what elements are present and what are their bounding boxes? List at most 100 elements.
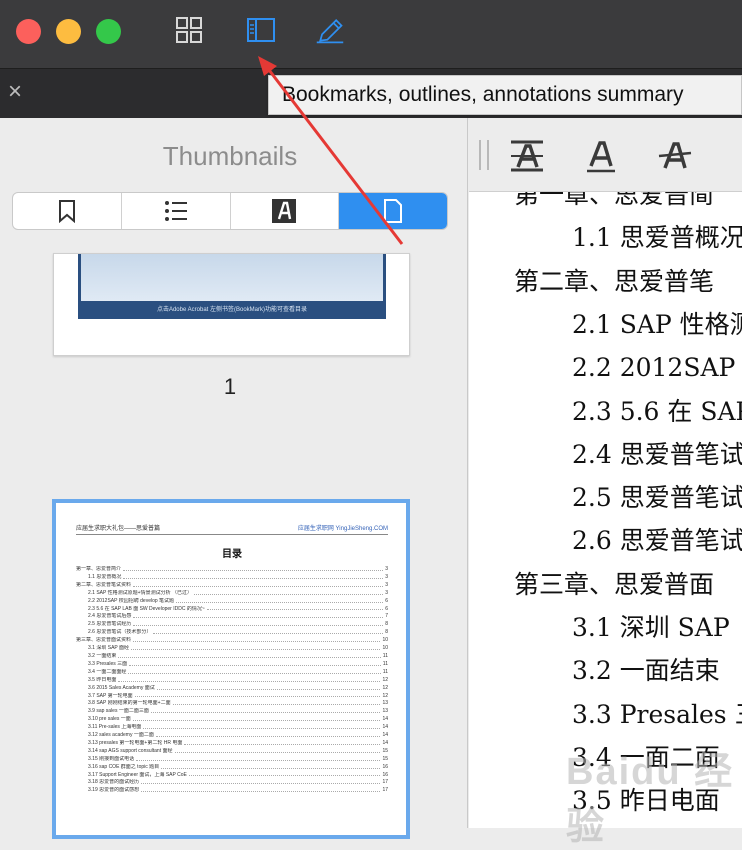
thumbnail-toc-line: 3.5 昨日电面 12 (76, 677, 388, 685)
thumbnail-toc-page: 14 (382, 716, 388, 723)
thumbnail-toc-page: 6 (385, 597, 388, 604)
toc-leader-dots (174, 748, 381, 753)
thumbnail-toc-page: 10 (382, 637, 388, 644)
underline-text-tool-icon[interactable] (583, 138, 619, 174)
thumbnail-toc-line: 3.1 深圳 SAP 面经 10 (76, 645, 388, 653)
thumbnail-toc-page: 11 (382, 660, 388, 667)
bookmarks-segment[interactable] (13, 193, 122, 229)
thumbnail-toc-page: 7 (385, 613, 388, 620)
thumbnail-toc-page: 16 (382, 771, 388, 778)
toc-section-line[interactable]: 3.3 Presales 三 (572, 695, 742, 731)
close-tab-icon[interactable]: × (4, 80, 26, 104)
thumbnail-toc-label: 3.18 思爱普的面试经历 (88, 779, 140, 786)
thumbnail-toc-line: 2.4 思爱普笔试后感 7 (76, 613, 388, 621)
thumbnails-segment[interactable] (339, 193, 447, 229)
thumbnail-toc-page: 15 (382, 755, 388, 762)
thumbnail-toc-label: 第一章、思爱普简介 (76, 566, 122, 572)
thumbnail-toc-page: 17 (382, 787, 388, 794)
window-titlebar (0, 0, 742, 68)
thumbnail-toc-page: 14 (382, 732, 388, 739)
document-toc: 第一章、思爱普简 1.1 思爱普概况第二章、思爱普笔 2.1 SAP 性格测 2.2 … (469, 192, 742, 828)
thumbnail-toc-line: 3.10 pre sales 一面 14 (76, 716, 388, 724)
thumbnail-toc-label: 3.2 一面结束 (88, 652, 117, 659)
toc-leader-dots (141, 779, 381, 785)
thumbnail-toc-label: 3.11 Pre-sales 上海电面 (88, 724, 142, 731)
toc-leader-dots (156, 685, 381, 690)
maximize-window-button[interactable] (96, 19, 121, 44)
thumbnail-toc-label: 3.5 昨日电面 (88, 676, 117, 683)
thumbnail-toc-line: 3.9 sap sales 一面二面三面 13 (76, 708, 388, 716)
toc-leader-dots (188, 772, 381, 777)
toc-leader-dots (136, 756, 381, 761)
toc-section-line[interactable]: 2.6 思爱普笔试 (572, 521, 742, 557)
sidebar-mode-segmented-control (12, 192, 448, 230)
toolbar-grip-icon[interactable] (479, 140, 489, 170)
grid-icon[interactable] (175, 16, 205, 44)
thumbnail-toc-label: 3.4 一面二面面经 (88, 668, 127, 675)
watermark: Baidu 经验 (566, 751, 735, 848)
highlight-pen-icon[interactable] (315, 16, 345, 44)
toc-leader-dots (132, 716, 381, 722)
bookmark-icon (58, 200, 75, 223)
thumbnail-toc-line: 3.15 刚接到面试电话 15 (76, 756, 388, 764)
toc-section-line[interactable]: 2.5 思爱普笔试 (572, 478, 742, 514)
annotation-icon (272, 199, 297, 223)
toc-leader-dots (161, 764, 381, 769)
thumbnail-toc-page: 10 (382, 645, 388, 652)
sidebar: Thumbnails 点击Adobe Acrobat 左侧书签(BookMark… (0, 118, 468, 839)
thumbnail-toc-label: 3.14 sap AGS support consultant 面经 (88, 747, 173, 754)
page-thumbnail-2[interactable]: 应届生求职大礼包——思爱普篇 应届生求职网 YingJieSheng.COM 目… (52, 499, 410, 839)
toc-leader-dots (206, 606, 384, 611)
thumbnail-toc-page: 11 (382, 668, 388, 675)
toc-section-line[interactable]: 2.1 SAP 性格测 (572, 305, 742, 341)
strikethrough-text-tool-icon[interactable] (509, 138, 545, 174)
thumbnail-toc-line: 2.3 5.6 在 SAP LAB 面 SW Developer IDDC 的情… (76, 606, 388, 614)
toc-section-line[interactable]: 3.2 一面结束 (572, 651, 720, 687)
thumbnail-toc-label: 1.1 思爱普概况 (88, 573, 122, 580)
toc-section-line[interactable]: 2.2 2012SAP 校 (572, 348, 742, 384)
thumbnail-toc-label: 2.4 思爱普笔试后感 (88, 613, 132, 620)
page-header-right: 应届生求职网 YingJieSheng.COM (297, 526, 388, 532)
page-thumbnail-1[interactable]: 点击Adobe Acrobat 左侧书签(BookMark)功能可查看目录 (53, 253, 410, 356)
toc-section-line[interactable]: 3.1 深圳 SAP (572, 608, 730, 644)
thumbnail-toc-page: 16 (382, 763, 388, 770)
annotations-segment[interactable] (231, 193, 340, 229)
toc-leader-dots (184, 740, 381, 745)
toc-section-line[interactable]: 1.1 思爱普概况 (572, 218, 742, 254)
sidebar-icon[interactable] (246, 16, 276, 44)
thumbnail-toc-label: 3.15 刚接到面试电话 (88, 755, 135, 762)
toc-section-line[interactable]: 2.3 5.6 在 SAP (572, 392, 742, 428)
toc-chapter-line[interactable]: 第二章、思爱普笔 (514, 262, 714, 298)
thumbnail-toc-page: 12 (382, 684, 388, 691)
toc-title: 目录 (222, 549, 242, 560)
thumbnail-toc-label: 2.2 2012SAP 校园招聘 develop 笔试题 (88, 597, 175, 604)
thumbnail-toc-line: 1.1 思爱普概况 3 (76, 574, 388, 582)
outline-list-icon (164, 201, 187, 221)
thumbnail-toc-list: 第一章、思爱普简介 3 1.1 思爱普概况 3 第二章、思爱普笔试资料 3 2.1 SAP … (76, 566, 388, 795)
toc-leader-dots (176, 598, 384, 603)
page-number-label: 1 (223, 374, 237, 399)
toc-chapter-line[interactable]: 第三章、思爱普面 (514, 565, 714, 601)
thumbnail-toc-line: 3.4 一面二面面经 11 (76, 669, 388, 677)
thumbnail-toc-page: 11 (382, 652, 388, 659)
toc-chapter-line[interactable]: 第一章、思爱普简 (514, 192, 714, 211)
thumbnail-toc-line: 2.2 2012SAP 校园招聘 develop 笔试题 6 (76, 598, 388, 606)
strike-text-tool-icon[interactable] (657, 138, 693, 174)
thumbnail-toc-label: 3.7 SAP 第一轮电面 (88, 692, 133, 699)
toc-leader-dots (133, 582, 384, 587)
thumbnail-toc-label: 2.6 思爱普笔试（技术部分） (88, 629, 152, 636)
outline-segment[interactable] (122, 193, 231, 229)
thumbnail-toc-line: 3.14 sap AGS support consultant 面经 15 (76, 748, 388, 756)
thumbnail-toc-label: 3.13 presales 第一轮电面+第二轮 HR 电面 (88, 739, 183, 746)
close-window-button[interactable] (16, 19, 41, 44)
thumbnail-toc-page: 8 (385, 629, 388, 636)
thumbnail-toc-label: 2.5 思爱普笔试经历 (88, 621, 132, 628)
minimize-window-button[interactable] (56, 19, 81, 44)
toc-leader-dots (150, 708, 381, 714)
page-icon (384, 199, 403, 223)
toc-section-line[interactable]: 2.4 思爱普笔试 (572, 435, 742, 471)
thumbnail-toc-page: 8 (385, 621, 388, 628)
thumbnail-toc-page: 3 (385, 566, 388, 572)
toc-leader-dots (118, 677, 381, 682)
toc-leader-dots (193, 590, 384, 595)
